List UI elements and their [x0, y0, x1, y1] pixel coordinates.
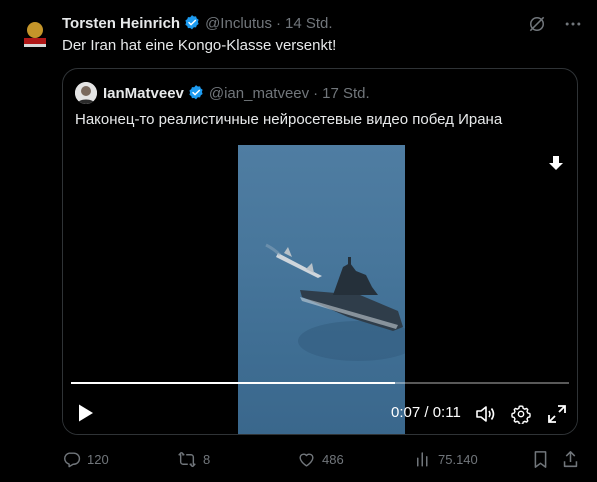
repost-icon — [178, 451, 196, 467]
quoted-header-separator: · — [313, 84, 319, 102]
reply-button[interactable]: 120 — [62, 448, 109, 470]
author-handle[interactable]: @Inclutus — [205, 15, 272, 32]
volume-icon[interactable] — [475, 404, 495, 429]
quoted-author-avatar — [75, 82, 97, 104]
heart-icon — [299, 453, 314, 467]
tweet-header: Torsten Heinrich @Inclutus · 14 Std. — [62, 12, 333, 34]
tweet-age[interactable]: 14 Std. — [285, 15, 333, 32]
video-duration: 0:11 — [432, 404, 461, 421]
settings-gear-icon[interactable] — [511, 404, 531, 429]
reply-icon — [64, 451, 81, 467]
like-count: 486 — [322, 451, 344, 467]
video-current-time: 0:07 — [391, 404, 421, 421]
views-button[interactable]: 75.140 — [414, 448, 478, 470]
bookmark-icon — [534, 450, 547, 468]
quoted-verified-badge-icon — [187, 84, 205, 102]
bookmark-button[interactable] — [532, 448, 549, 470]
more-options-icon[interactable] — [563, 14, 583, 39]
header-separator: · — [276, 14, 281, 32]
quoted-author-name: IanMatveev — [103, 84, 184, 102]
reply-count: 120 — [87, 451, 109, 467]
video-progress-bar[interactable] — [71, 382, 569, 384]
video-time: 0:07 / 0:11 — [391, 404, 461, 421]
like-button[interactable]: 486 — [297, 448, 344, 470]
view-count: 75.140 — [438, 451, 478, 467]
grok-icon[interactable] — [527, 14, 547, 39]
quoted-tweet-text: Наконец-то реалистичные нейросетевые вид… — [75, 111, 503, 128]
verified-badge-icon — [183, 14, 201, 32]
share-button[interactable] — [562, 448, 579, 470]
author-avatar[interactable] — [15, 14, 55, 54]
download-icon[interactable] — [547, 155, 565, 178]
quoted-tweet[interactable]: IanMatveev @ian_matveev · 17 Std. Наконе… — [62, 68, 578, 435]
quoted-tweet-age: 17 Std. — [322, 84, 370, 102]
quoted-author-handle: @ian_matveev — [208, 84, 310, 102]
views-chart-icon — [417, 452, 428, 467]
tweet-top-icons — [527, 14, 583, 39]
video-progress-fill — [71, 382, 395, 384]
video-player[interactable]: 0:07 / 0:11 — [63, 145, 577, 434]
video-frame — [238, 145, 418, 434]
share-icon — [563, 450, 578, 467]
quoted-header: IanMatveev @ian_matveev · 17 Std. — [75, 81, 370, 105]
fullscreen-icon[interactable] — [547, 404, 567, 429]
video-time-separator: / — [420, 404, 433, 421]
author-name[interactable]: Torsten Heinrich — [62, 15, 180, 32]
repost-button[interactable]: 8 — [177, 448, 210, 470]
tweet[interactable]: Torsten Heinrich @Inclutus · 14 Std. Der… — [0, 0, 597, 482]
tweet-actions: 120 8 486 75.140 — [62, 448, 582, 470]
play-icon[interactable] — [77, 403, 95, 428]
tweet-text: Der Iran hat eine Kongo-Klasse versenkt! — [62, 37, 337, 54]
repost-count: 8 — [203, 451, 211, 467]
